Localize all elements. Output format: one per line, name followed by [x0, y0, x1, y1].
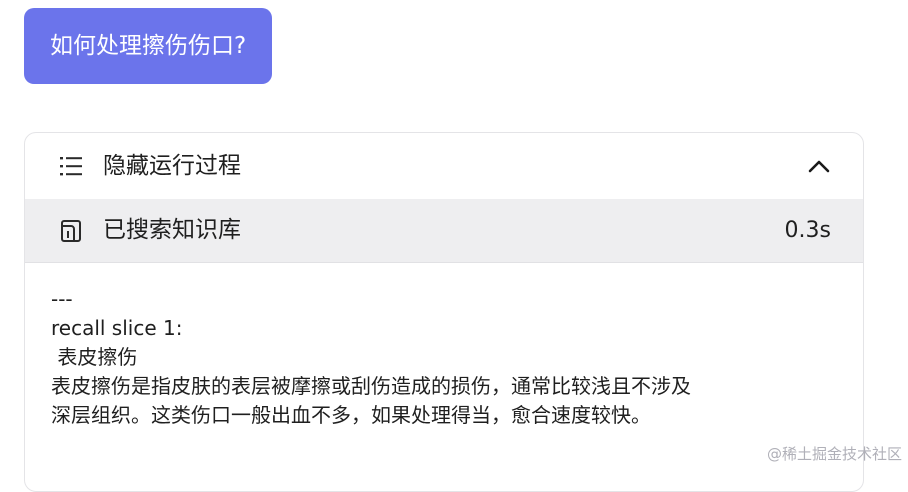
content-line: recall slice 1:: [51, 316, 183, 340]
process-panel: 隐藏运行过程 已搜索知识库 0.3s --- recall slice 1: 表…: [24, 132, 864, 492]
content-line: ---: [51, 287, 73, 311]
recall-content: --- recall slice 1: 表皮擦伤 表皮擦伤是指皮肤的表层被摩擦或…: [51, 285, 841, 430]
toggle-process-header[interactable]: 隐藏运行过程: [25, 133, 863, 199]
user-message-bubble: 如何处理擦伤伤口?: [24, 8, 273, 84]
user-message-text: 如何处理擦伤伤口?: [50, 33, 247, 59]
content-line: 表皮擦伤: [51, 345, 138, 369]
step-duration: 0.3s: [784, 218, 831, 243]
content-line: 表皮擦伤是指皮肤的表层被摩擦或刮伤造成的损伤，通常比较浅且不涉及: [51, 374, 691, 398]
knowledge-base-icon: [61, 220, 81, 242]
chevron-up-icon[interactable]: [807, 155, 831, 177]
toggle-process-label: 隐藏运行过程: [103, 153, 241, 179]
content-line: 深层组织。这类伤口一般出血不多，如果处理得当，愈合速度较快。: [51, 403, 651, 427]
step-row-knowledge-search[interactable]: 已搜索知识库 0.3s: [25, 199, 863, 263]
list-icon: [60, 157, 82, 176]
step-label: 已搜索知识库: [103, 217, 241, 243]
watermark: @稀土掘金技术社区: [766, 445, 902, 463]
